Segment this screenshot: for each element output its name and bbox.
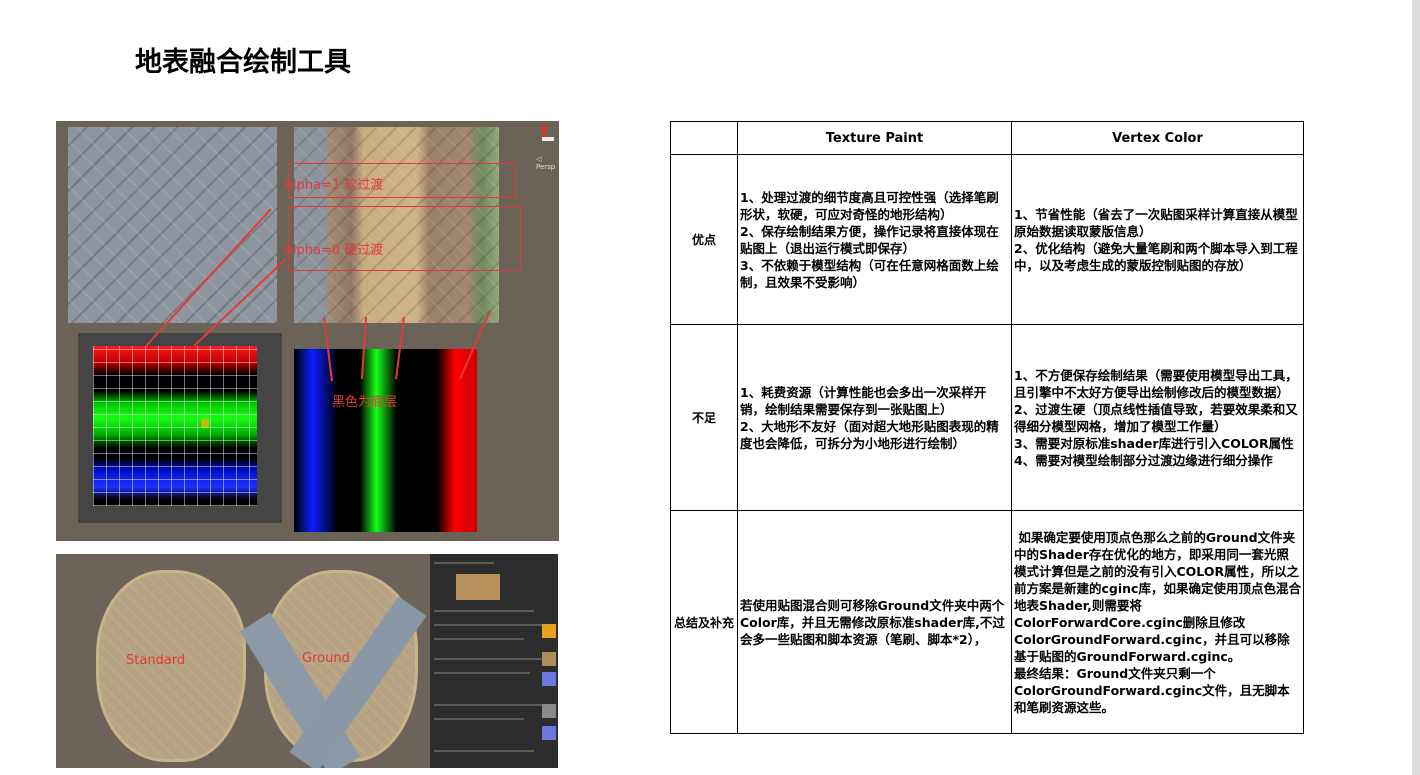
- pros-texture-paint: 1、处理过渡的细节度高且可控性强（选择笔刷形状，软硬，可应对奇怪的地形结构） 2…: [737, 154, 1012, 325]
- inspector-row: [434, 562, 494, 564]
- table-header-texture-paint: Texture Paint: [737, 121, 1012, 155]
- arrow-black-2: [361, 316, 367, 380]
- cons-texture-paint: 1、耗费资源（计算性能也会多出一次采样开销，绘制结果需要保存到一张贴图上） 2、…: [737, 324, 1012, 511]
- inspector-row: [434, 718, 524, 720]
- pros-vertex-color: 1、节省性能（省去了一次贴图采样计算直接从模型原始数据读取蒙版信息） 2、优化结…: [1011, 154, 1304, 325]
- material-swatch-orange[interactable]: [542, 624, 556, 638]
- texture-preview: [456, 574, 500, 600]
- page-title: 地表融合绘制工具: [135, 47, 351, 78]
- arrow-black-4: [459, 310, 491, 380]
- arrow-black-3: [395, 316, 405, 380]
- table-row: 不足 1、耗费资源（计算性能也会多出一次采样开销，绘制结果需要保存到一张贴图上）…: [670, 324, 1304, 511]
- material-swatch-grey[interactable]: [542, 704, 556, 718]
- annotation-black-text: 黑色为底层: [332, 395, 398, 410]
- arrow-hard: [193, 258, 287, 347]
- table-header-vertex-color: Vertex Color: [1011, 121, 1304, 155]
- table-header-corner: [670, 121, 738, 155]
- inspector-row: [434, 638, 524, 640]
- row-label-summary: 总结及补充: [670, 510, 738, 734]
- ground-label: Ground: [302, 651, 350, 666]
- cons-vertex-color: 1、不方便保存绘制结果（需要使用模型导出工具，且引擎中不太好方便导出绘制修改后的…: [1011, 324, 1304, 511]
- table-header-row: Texture Paint Vertex Color: [670, 121, 1304, 155]
- material-swatch-blue[interactable]: [542, 672, 556, 686]
- inspector-panel[interactable]: [430, 554, 558, 768]
- arrow-soft: [145, 208, 272, 347]
- standard-label: Standard: [126, 653, 186, 668]
- table-row: 总结及补充 若使用贴图混合则可移除Ground文件夹中两个Color库，并且无需…: [670, 510, 1304, 734]
- table-row: 优点 1、处理过渡的细节度高且可控性强（选择笔刷形状，软硬，可应对奇怪的地形结构…: [670, 154, 1304, 325]
- annotation-soft-text: Alpha=1 软过渡: [284, 178, 384, 193]
- scrollbar-track[interactable]: [1412, 0, 1420, 775]
- shader-comparison-screenshot: Standard Ground: [56, 554, 558, 768]
- inspector-row: [434, 610, 534, 612]
- material-swatch-sand[interactable]: [542, 652, 556, 666]
- comparison-table: Texture Paint Vertex Color 优点 1、处理过渡的细节度…: [670, 121, 1304, 734]
- annotation-hard-text: Alpha=0 硬过渡: [284, 243, 384, 258]
- row-label-cons: 不足: [670, 324, 738, 511]
- arrow-black-1: [323, 316, 333, 382]
- row-label-pros: 优点: [670, 154, 738, 325]
- summary-vertex-color: 如果确定要使用顶点色那么之前的Ground文件夹中的Shader存在优化的地方，…: [1011, 510, 1304, 734]
- inspector-row: [434, 624, 544, 626]
- inspector-row: [434, 750, 534, 752]
- inspector-row: [434, 658, 544, 660]
- material-swatch-blue-2[interactable]: [542, 726, 556, 740]
- summary-texture-paint: 若使用贴图混合则可移除Ground文件夹中两个Color库，并且无需修改原标准s…: [737, 510, 1012, 734]
- inspector-row: [434, 672, 530, 674]
- terrain-paint-screenshot: ◁ Persp Alpha=1 软过渡 Alpha=0 硬过渡 黑色为底层: [56, 121, 559, 541]
- inspector-row: [434, 704, 544, 706]
